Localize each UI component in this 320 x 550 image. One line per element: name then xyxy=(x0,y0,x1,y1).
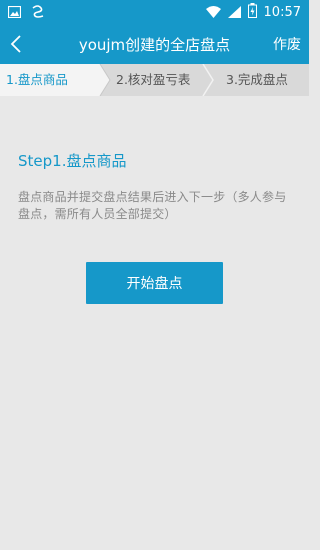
step-1-label: 1.盘点商品 xyxy=(6,72,68,87)
step-content: Step1.盘点商品 盘点商品并提交盘点结果后进入下一步（多人参与盘点，需所有人… xyxy=(18,150,298,223)
usb-debug-icon xyxy=(31,3,45,22)
back-button[interactable] xyxy=(2,24,30,64)
page-title: youjm创建的全店盘点 xyxy=(78,35,231,54)
image-notification-icon xyxy=(7,3,22,22)
start-inventory-button[interactable]: 开始盘点 xyxy=(86,262,223,304)
battery-icon xyxy=(247,2,257,22)
step-description: 盘点商品并提交盘点结果后进入下一步（多人参与盘点，需所有人员全部提交） xyxy=(18,190,287,221)
signal-icon xyxy=(227,3,241,22)
step-2-label: 2.核对盈亏表 xyxy=(116,72,191,87)
wifi-icon xyxy=(205,3,221,22)
status-time: 10:57 xyxy=(263,4,301,20)
title-bar: youjm创建的全店盘点 作废 xyxy=(0,24,309,64)
step-3-label: 3.完成盘点 xyxy=(226,72,288,87)
void-button[interactable]: 作废 xyxy=(273,34,301,54)
status-bar: 10:57 xyxy=(0,0,309,24)
step-indicator: 1.盘点商品 2.核对盈亏表 3.完成盘点 xyxy=(0,64,309,96)
step-heading: Step1.盘点商品 xyxy=(18,152,127,170)
chevron-left-icon xyxy=(10,35,21,53)
